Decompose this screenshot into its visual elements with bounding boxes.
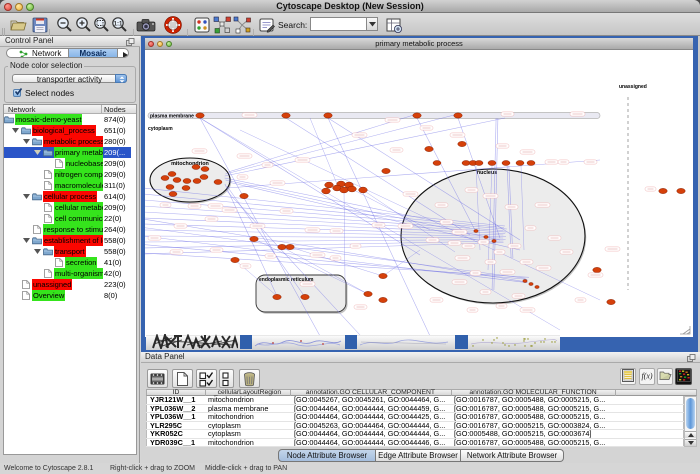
svg-text:cytoplasm: cytoplasm bbox=[148, 126, 173, 132]
svg-text:1:1: 1:1 bbox=[114, 22, 123, 28]
svg-text:mitochondrion: mitochondrion bbox=[171, 161, 209, 167]
svg-text:plasma membrane: plasma membrane bbox=[150, 113, 194, 119]
svg-text:unassigned: unassigned bbox=[619, 84, 647, 90]
svg-text:f(x): f(x) bbox=[641, 372, 652, 381]
svg-text:nucleus: nucleus bbox=[477, 170, 497, 176]
